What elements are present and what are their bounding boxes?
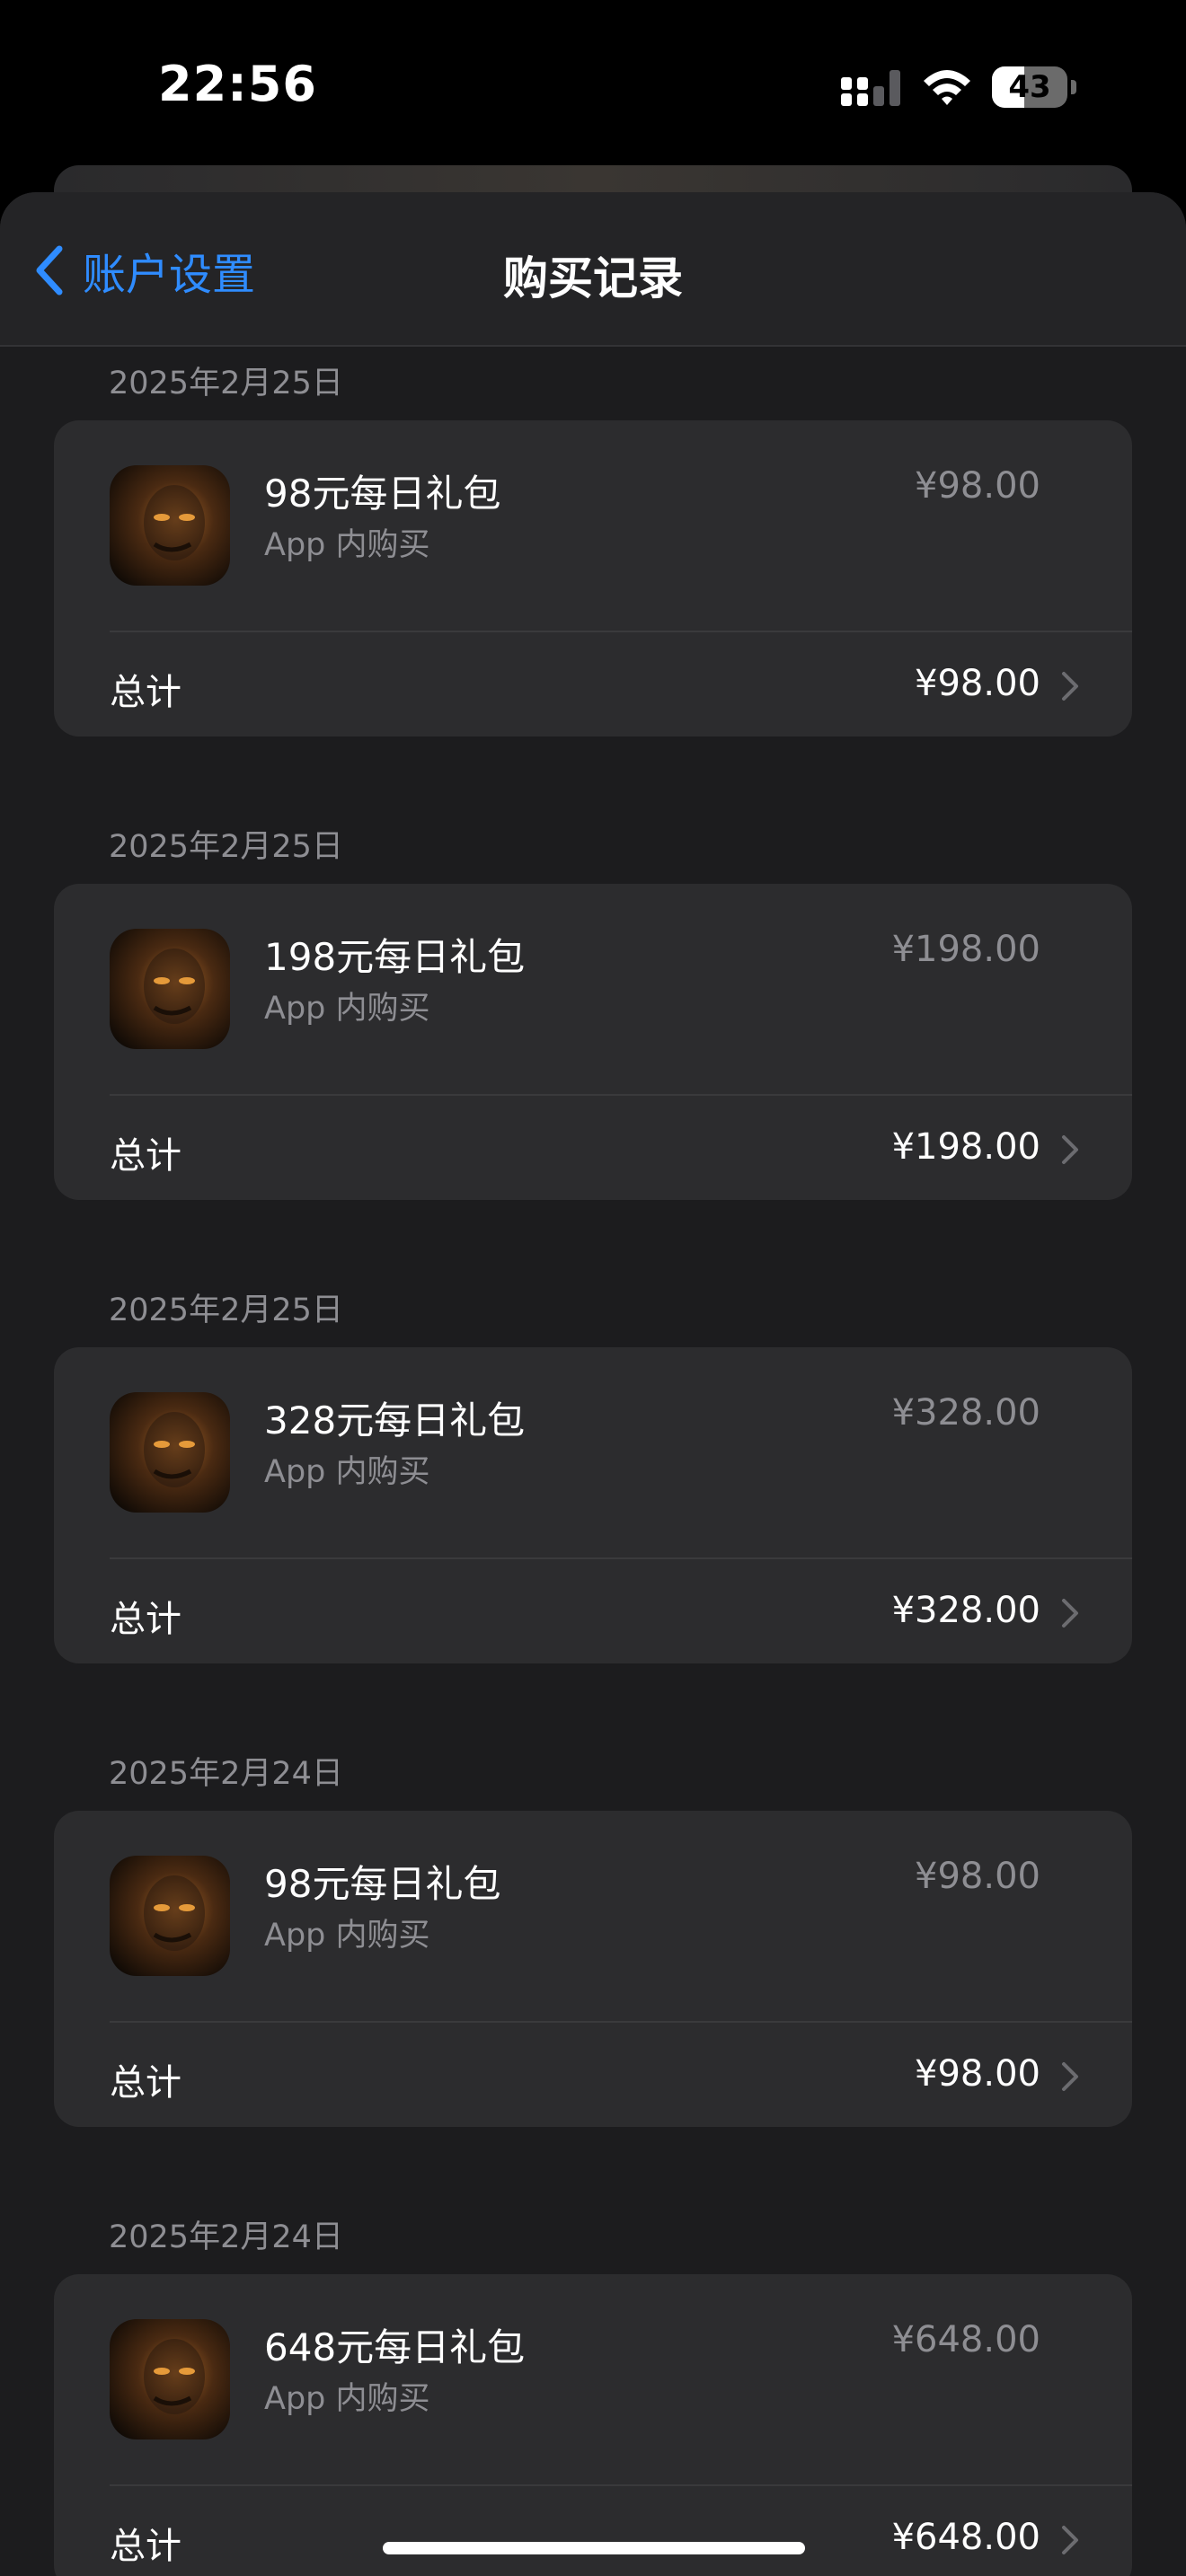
app-icon[interactable] bbox=[110, 2319, 230, 2439]
item-name: 98元每日礼包 bbox=[264, 472, 501, 516]
item-type: App 内购买 bbox=[264, 1918, 430, 1954]
home-indicator[interactable] bbox=[383, 2542, 805, 2554]
item-price: ¥98.00 bbox=[915, 465, 1040, 507]
item-name: 648元每日礼包 bbox=[264, 2325, 526, 2369]
app-icon[interactable] bbox=[110, 1392, 230, 1513]
total-row[interactable]: 总计 ¥328.00 bbox=[54, 1559, 1132, 1663]
total-row[interactable]: 总计 ¥98.00 bbox=[54, 632, 1132, 737]
total-label: 总计 bbox=[110, 2526, 181, 2567]
total-value: ¥198.00 bbox=[891, 1126, 1040, 1168]
status-bar: 22:56 43 bbox=[0, 0, 1186, 171]
chevron-right-icon bbox=[1062, 2062, 1078, 2091]
item-type: App 内购买 bbox=[264, 527, 430, 563]
item-price: ¥648.00 bbox=[891, 2319, 1040, 2360]
status-time: 22:56 bbox=[158, 56, 317, 112]
purchase-card: 328元每日礼包 App 内购买 ¥328.00 总计 ¥328.00 bbox=[54, 1347, 1132, 1663]
purchase-history-sheet: 账户设置 购买记录 2025年2月25日 98元每日礼包 App 内购买 ¥98… bbox=[0, 192, 1186, 2576]
purchase-card: 198元每日礼包 App 内购买 ¥198.00 总计 ¥198.00 bbox=[54, 884, 1132, 1200]
purchase-date: 2025年2月25日 bbox=[109, 1292, 343, 1328]
total-value: ¥98.00 bbox=[915, 663, 1040, 704]
purchase-date: 2025年2月24日 bbox=[109, 1756, 343, 1792]
total-row[interactable]: 总计 ¥648.00 bbox=[54, 2486, 1132, 2576]
total-value: ¥328.00 bbox=[891, 1590, 1040, 1631]
purchase-date: 2025年2月25日 bbox=[109, 829, 343, 865]
purchase-date: 2025年2月25日 bbox=[109, 366, 343, 401]
battery-percentage: 43 bbox=[1008, 69, 1051, 105]
item-type: App 内购买 bbox=[264, 2381, 430, 2417]
total-value: ¥98.00 bbox=[915, 2053, 1040, 2095]
item-type: App 内购买 bbox=[264, 991, 430, 1027]
app-icon[interactable] bbox=[110, 1856, 230, 1976]
chevron-right-icon bbox=[1062, 1135, 1078, 1164]
total-label: 总计 bbox=[110, 1135, 181, 1177]
item-name: 98元每日礼包 bbox=[264, 1862, 501, 1906]
purchase-card: 648元每日礼包 App 内购买 ¥648.00 总计 ¥648.00 bbox=[54, 2274, 1132, 2576]
battery-tip bbox=[1071, 80, 1076, 94]
item-price: ¥198.00 bbox=[891, 929, 1040, 970]
item-type: App 内购买 bbox=[264, 1454, 430, 1490]
purchase-date: 2025年2月24日 bbox=[109, 2219, 343, 2255]
purchase-card: 98元每日礼包 App 内购买 ¥98.00 总计 ¥98.00 bbox=[54, 1811, 1132, 2127]
app-icon[interactable] bbox=[110, 465, 230, 586]
purchase-card: 98元每日礼包 App 内购买 ¥98.00 总计 ¥98.00 bbox=[54, 420, 1132, 737]
battery-indicator: 43 bbox=[992, 66, 1076, 108]
total-row[interactable]: 总计 ¥198.00 bbox=[54, 1096, 1132, 1200]
navigation-bar: 账户设置 购买记录 bbox=[0, 192, 1186, 347]
item-name: 198元每日礼包 bbox=[264, 935, 526, 979]
wifi-icon bbox=[924, 70, 970, 105]
chevron-right-icon bbox=[1062, 1599, 1078, 1628]
item-price: ¥328.00 bbox=[891, 1392, 1040, 1434]
cellular-signal-icon bbox=[841, 70, 900, 106]
item-name: 328元每日礼包 bbox=[264, 1398, 526, 1442]
item-price: ¥98.00 bbox=[915, 1856, 1040, 1897]
total-label: 总计 bbox=[110, 672, 181, 713]
page-title: 购买记录 bbox=[503, 252, 683, 304]
total-label: 总计 bbox=[110, 2062, 181, 2104]
chevron-right-icon bbox=[1062, 2526, 1078, 2554]
total-label: 总计 bbox=[110, 1599, 181, 1640]
chevron-right-icon bbox=[1062, 672, 1078, 701]
total-value: ¥648.00 bbox=[891, 2517, 1040, 2558]
total-row[interactable]: 总计 ¥98.00 bbox=[54, 2023, 1132, 2127]
app-icon[interactable] bbox=[110, 929, 230, 1049]
